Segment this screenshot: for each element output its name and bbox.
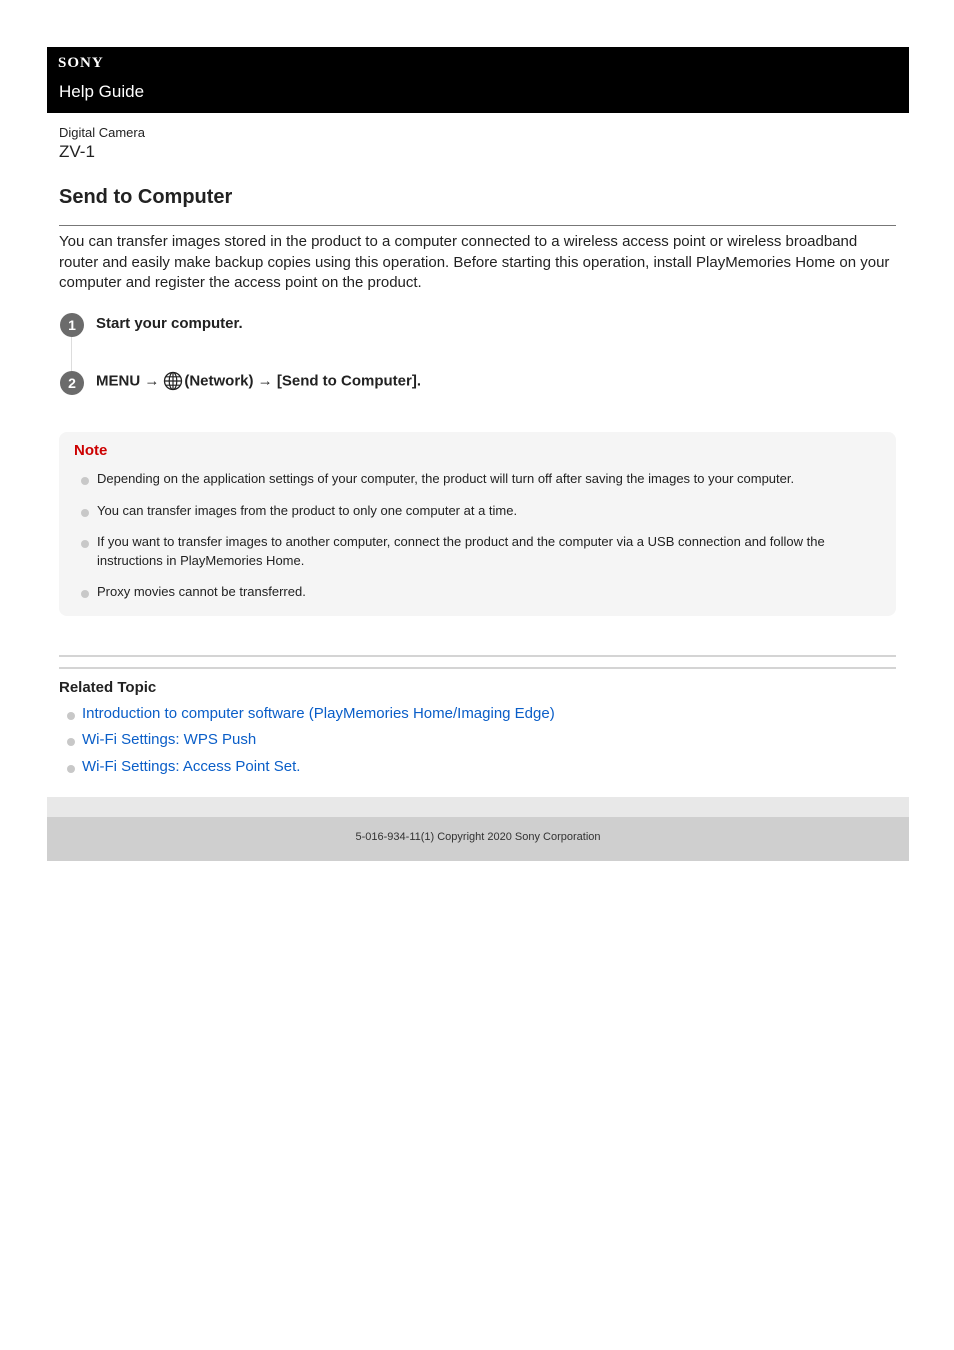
- section-divider: [59, 667, 896, 669]
- bullet-icon: [67, 738, 75, 746]
- bullet-icon: [81, 509, 89, 517]
- page-title: Send to Computer: [59, 186, 233, 208]
- product-category: Digital Camera: [59, 125, 145, 140]
- help-guide-title[interactable]: Help Guide: [59, 82, 144, 102]
- footer-spacer: [47, 797, 909, 817]
- step-number-badge: 1: [60, 313, 84, 337]
- note-box: Note Depending on the application settin…: [59, 432, 896, 616]
- note-item: Depending on the application settings of…: [97, 471, 795, 486]
- network-globe-icon: [163, 371, 183, 391]
- bullet-icon: [81, 590, 89, 598]
- note-item: You can transfer images from the product…: [97, 503, 518, 518]
- intro-paragraph: You can transfer images stored in the pr…: [59, 233, 890, 291]
- bullet-icon: [81, 540, 89, 548]
- product-model: ZV-1: [59, 142, 95, 161]
- step-connector-line: [71, 336, 72, 374]
- bullet-icon: [67, 712, 75, 720]
- step-2-text-after: (Network) → [Send to Computer].: [184, 372, 422, 390]
- bullet-icon: [81, 477, 89, 485]
- step-1-text: Start your computer.: [96, 315, 243, 332]
- site-header: SONY Help Guide: [47, 47, 909, 113]
- section-divider: [59, 655, 896, 657]
- note-title: Note: [74, 442, 108, 459]
- note-item: Proxy movies cannot be transferred.: [97, 584, 306, 599]
- related-link[interactable]: Wi-Fi Settings: Access Point Set.: [82, 758, 300, 775]
- sony-logo[interactable]: SONY: [58, 55, 104, 72]
- copyright-text: 5-016-934-11(1) Copyright 2020 Sony Corp…: [355, 831, 601, 843]
- step-2-text: MENU → (Network) → [Send to Computer].: [96, 371, 421, 391]
- related-link[interactable]: Wi-Fi Settings: WPS Push: [82, 731, 256, 748]
- step-number-badge: 2: [60, 371, 84, 395]
- bullet-icon: [67, 765, 75, 773]
- step-2-text-before: MENU →: [96, 372, 160, 390]
- title-divider: [59, 225, 896, 226]
- related-link[interactable]: Introduction to computer software (PlayM…: [82, 705, 555, 722]
- note-item: If you want to transfer images to anothe…: [97, 534, 825, 568]
- related-topic-heading: Related Topic: [59, 679, 157, 696]
- site-footer: 5-016-934-11(1) Copyright 2020 Sony Corp…: [47, 817, 909, 861]
